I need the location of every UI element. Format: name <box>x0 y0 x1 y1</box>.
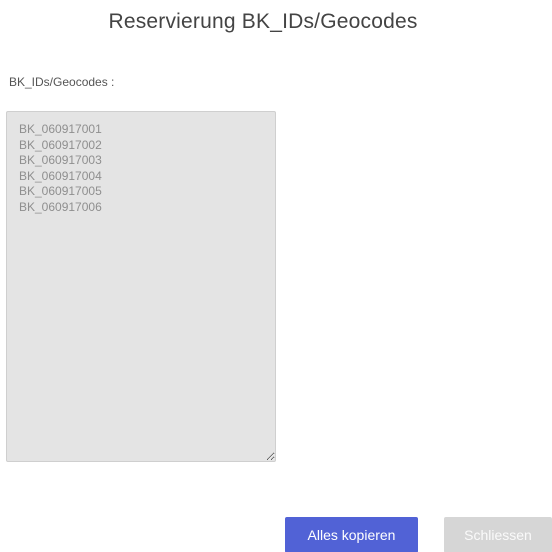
ids-textarea[interactable] <box>6 111 276 462</box>
dialog-title: Reservierung BK_IDs/Geocodes <box>108 10 418 33</box>
ids-field-label: BK_IDs/Geocodes : <box>9 75 115 89</box>
reservation-dialog: Reservierung BK_IDs/Geocodes BK_IDs/Geoc… <box>0 0 552 552</box>
ids-textarea-container <box>6 111 276 462</box>
copy-all-button[interactable]: Alles kopieren <box>285 517 418 552</box>
close-button[interactable]: Schliessen <box>444 517 552 552</box>
